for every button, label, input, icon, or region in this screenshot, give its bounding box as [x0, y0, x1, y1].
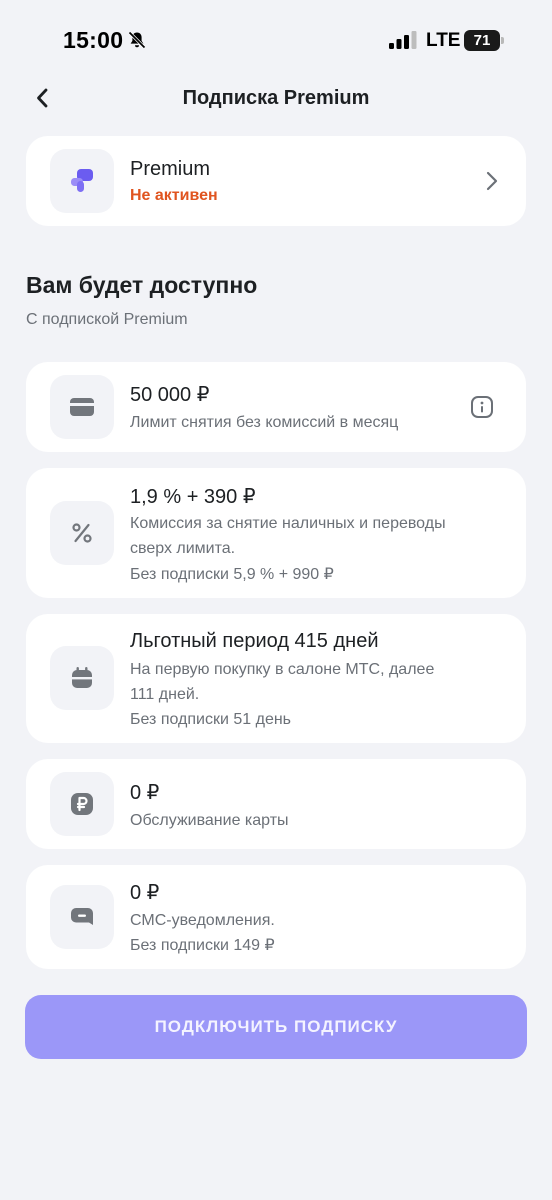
battery-icon: 71: [464, 30, 504, 51]
subscription-page: 15:00 LTE 71 Подписка Premium Premium Не…: [0, 0, 552, 1200]
feature-title: 50 000 ₽: [130, 384, 210, 406]
feature-desc-line: 111 дней.: [130, 686, 200, 703]
header: Подписка Premium: [0, 76, 552, 122]
feature-desc-line: Без подписки 51 день: [130, 711, 292, 728]
feature-desc-line: Комиссия за снятие наличных и переводы: [130, 515, 446, 532]
subscribe-button[interactable]: подключить подписку: [25, 995, 527, 1059]
feature-card-card-service: 0 ₽ Обслуживание карты: [26, 759, 526, 849]
calendar-icon: [72, 667, 92, 688]
battery-level: 71: [464, 30, 500, 51]
feature-desc-line: Без подписки 5,9 % + 990 ₽: [130, 566, 334, 583]
plan-status: Не активен: [130, 187, 218, 204]
feature-icon-box: [50, 375, 114, 439]
feature-card-limit: 50 000 ₽ Лимит снятия без комиссий в мес…: [26, 362, 526, 452]
signal-icon: [389, 31, 417, 49]
chevron-right-icon: [486, 171, 498, 191]
plan-card[interactable]: Premium Не активен: [26, 136, 526, 226]
feature-card-commission: 1,9 % + 390 ₽ Комиссия за снятие наличны…: [26, 468, 526, 598]
feature-icon-box: [50, 885, 114, 949]
feature-desc-line: сверх лимита.: [130, 540, 236, 557]
bell-off-icon: [128, 31, 146, 49]
percent-icon: [72, 523, 92, 543]
feature-card-sms: 0 ₽ СМС-уведомления. Без подписки 149 ₽: [26, 865, 526, 969]
feature-title: 0 ₽: [130, 782, 160, 804]
feature-title: Льготный период 415 дней: [130, 630, 379, 652]
page-title: Подписка Premium: [182, 87, 370, 109]
message-icon: [71, 908, 93, 925]
status-time: 15:00: [63, 27, 124, 53]
network-type: LTE: [426, 30, 461, 51]
feature-desc-line: СМС-уведомления.: [130, 912, 275, 929]
feature-icon-box: [50, 501, 114, 565]
feature-card-grace-period: Льготный период 415 дней На первую покуп…: [26, 614, 526, 743]
section-subtitle: С подпиской Premium: [26, 311, 188, 328]
ruble-icon: [71, 793, 93, 815]
status-bar: 15:00 LTE 71: [0, 0, 552, 80]
battery-cap: [501, 37, 504, 44]
plan-icon-box: [50, 149, 114, 213]
card-icon: [70, 398, 94, 416]
feature-title: 1,9 % + 390 ₽: [130, 486, 256, 508]
premium-logo-icon: [71, 169, 93, 192]
plan-name: Premium: [130, 158, 211, 180]
feature-desc-line: Обслуживание карты: [130, 812, 289, 829]
feature-icon-box: [50, 772, 114, 836]
info-icon[interactable]: [470, 395, 494, 419]
feature-desc-line: На первую покупку в салоне МТС, далее: [130, 661, 435, 678]
feature-desc-line: Без подписки 149 ₽: [130, 937, 275, 954]
feature-title: 0 ₽: [130, 882, 160, 904]
feature-desc-line: Лимит снятия без комиссий в месяц: [130, 414, 399, 431]
feature-icon-box: [50, 646, 114, 710]
section-title: Вам будет доступно: [26, 272, 258, 298]
